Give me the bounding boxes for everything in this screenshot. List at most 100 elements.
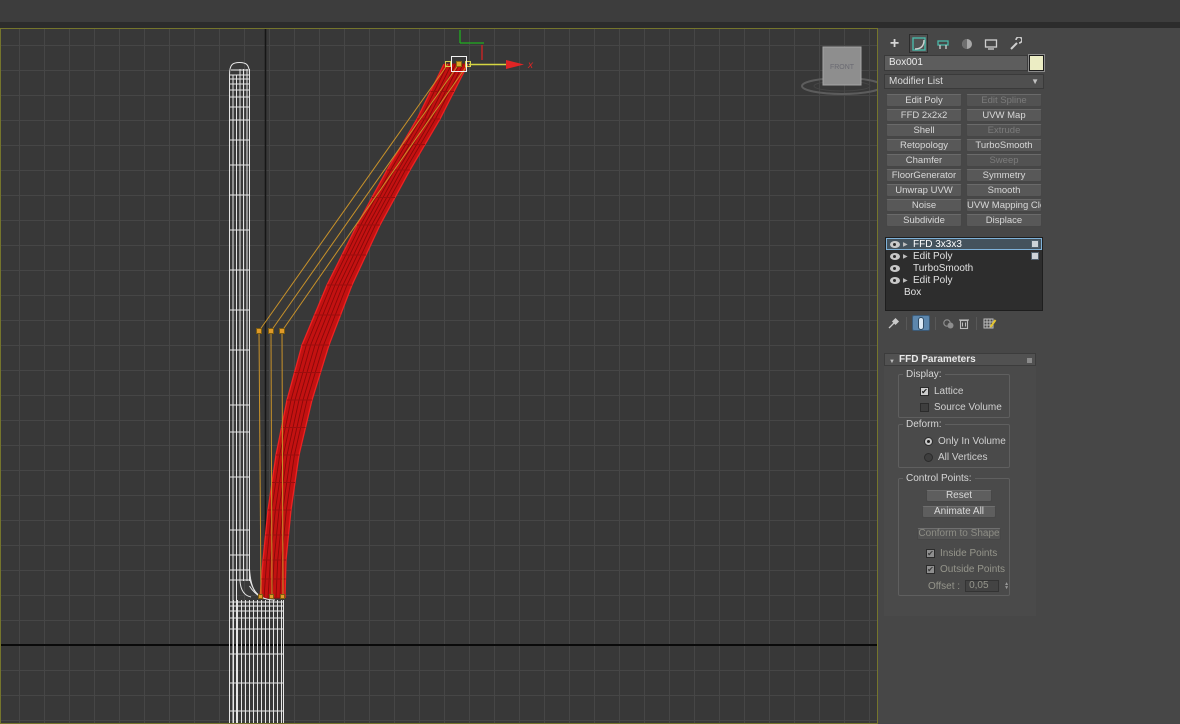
lattice-checkbox-row[interactable]: Lattice [920,386,963,397]
source-volume-checkbox-row[interactable]: Source Volume [920,402,1002,413]
display-icon [984,38,997,50]
motion-tab[interactable] [958,35,975,52]
retopology-button[interactable]: Retopology [886,139,962,152]
ffd-parameters-rollout-header[interactable]: ▼ FFD Parameters [884,353,1036,366]
stack-row-box-base[interactable]: Box [886,286,1042,298]
control-point[interactable] [279,328,285,334]
white-wireframe-pole[interactable] [229,61,284,724]
rollout-drag-dot [1027,358,1032,363]
control-point[interactable] [280,594,285,599]
source-volume-checkbox[interactable] [920,403,929,412]
inside-points-checkbox-row: Inside Points [926,548,997,559]
modifier-name: FFD 3x3x3 [913,238,962,250]
modifier-name: Edit Poly [913,274,953,286]
modifier-list-label: Modifier List [889,76,943,87]
all-vertices-radio-row[interactable]: All Vertices [924,452,987,463]
pin-stack-icon[interactable] [886,316,901,331]
control-point[interactable] [269,594,274,599]
plus-icon: + [889,34,900,52]
turbosmooth-button[interactable]: TurboSmooth [966,139,1042,152]
outside-points-checkbox-row: Outside Points [926,564,1005,575]
all-vertices-label: All Vertices [938,452,988,463]
control-point[interactable] [268,328,274,334]
edit-spline-button: Edit Spline [966,94,1042,107]
expand-arrow-icon[interactable]: ▶ [903,253,911,260]
symmetry-button[interactable]: Symmetry [966,169,1042,182]
all-vertices-radio[interactable] [924,453,933,462]
outside-points-checkbox [926,565,935,574]
ffd-2x2x2-button[interactable]: FFD 2x2x2 [886,109,962,122]
only-in-volume-radio[interactable] [924,437,933,446]
front-viewport[interactable]: x FRONT [0,28,878,724]
uvw-mapping-clear-button[interactable]: UVW Mapping Clear [966,199,1042,212]
conform-to-shape-button: Conform to Shape [917,528,1001,540]
reset-button[interactable]: Reset [926,490,992,502]
expand-arrow-icon[interactable]: ▶ [903,241,911,248]
wrench-icon [1009,36,1022,50]
extrude-button: Extrude [966,124,1042,137]
unwrap-uvw-button[interactable]: Unwrap UVW [886,184,962,197]
control-point[interactable] [256,328,262,334]
show-end-result-button[interactable] [912,315,930,331]
chamfer-button[interactable]: Chamfer [886,154,962,167]
modifier-enable-toggle[interactable] [1031,252,1039,260]
animate-all-button[interactable]: Animate All [922,506,996,518]
lattice-label: Lattice [934,386,964,397]
stack-row-ffd-3x3x3[interactable]: ▶ FFD 3x3x3 [886,238,1042,250]
visibility-eye-icon[interactable] [890,240,900,248]
offset-label: Offset : [928,580,961,592]
visibility-eye-icon[interactable] [890,264,900,272]
spinner-arrows-icon: ▲ ▼ [1004,581,1010,591]
deform-group-label: Deform: [903,419,945,430]
viewcube[interactable]: FRONT [801,46,877,95]
command-panel: + Box001 Modifier List ▼ Edit Poly Edit … [878,28,1180,724]
viewcube-face-label: FRONT [830,64,855,71]
remove-modifier-trash-icon[interactable] [956,316,971,331]
displace-button[interactable]: Displace [966,214,1042,227]
selected-red-arm-mesh[interactable] [259,63,469,599]
stack-row-edit-poly-top[interactable]: ▶ Edit Poly [886,250,1042,262]
gizmo-x-arrowhead[interactable] [506,60,524,69]
inside-points-label: Inside Points [940,548,998,559]
shell-button[interactable]: Shell [886,124,962,137]
subdivide-button[interactable]: Subdivide [886,214,962,227]
object-name-field[interactable]: Box001 [884,55,1028,71]
noise-button[interactable]: Noise [886,199,962,212]
utilities-tab[interactable] [1006,35,1023,52]
main-toolbar-strip [0,0,1180,22]
control-point[interactable] [258,594,263,599]
uvw-map-button[interactable]: UVW Map [966,109,1042,122]
offset-value-field: 0,05 [965,580,1000,592]
configure-modifier-sets-icon[interactable] [982,316,997,331]
visibility-eye-icon[interactable] [890,252,900,260]
modifier-stack: ▶ FFD 3x3x3 ▶ Edit Poly TurboSmooth ▶ Ed… [885,237,1043,311]
create-tab[interactable]: + [886,35,903,52]
modify-tab[interactable] [909,34,928,53]
edit-poly-button[interactable]: Edit Poly [886,94,962,107]
expand-arrow-icon[interactable]: ▶ [903,277,911,284]
selected-control-point[interactable] [456,61,462,67]
make-unique-icon[interactable] [941,316,956,331]
hierarchy-icon [936,39,949,49]
stack-toolbar [886,315,997,331]
lattice-checkbox[interactable] [920,387,929,396]
stack-row-turbosmooth[interactable]: TurboSmooth [886,262,1042,274]
visibility-eye-icon[interactable] [890,276,900,284]
move-gizmo[interactable]: x [459,30,534,71]
base-object-name: Box [904,286,922,298]
modifier-enable-toggle[interactable] [1031,240,1039,248]
motion-icon [961,38,972,49]
smooth-button[interactable]: Smooth [966,184,1042,197]
chevron-down-icon: ▼ [1031,77,1039,86]
command-panel-tabs: + [886,34,1023,53]
rollout-title: FFD Parameters [899,354,976,365]
viewport-canvas[interactable]: x FRONT [1,29,877,723]
modifier-list-dropdown[interactable]: Modifier List ▼ [884,74,1044,89]
stack-row-edit-poly-bottom[interactable]: ▶ Edit Poly [886,274,1042,286]
display-tab[interactable] [982,35,999,52]
hierarchy-tab[interactable] [934,35,951,52]
offset-spinner-row: Offset : 0,05 ▲ ▼ [928,580,1009,592]
only-in-volume-radio-row[interactable]: Only In Volume [924,436,1006,447]
object-color-swatch[interactable] [1028,54,1045,72]
floorgenerator-button[interactable]: FloorGenerator [886,169,962,182]
